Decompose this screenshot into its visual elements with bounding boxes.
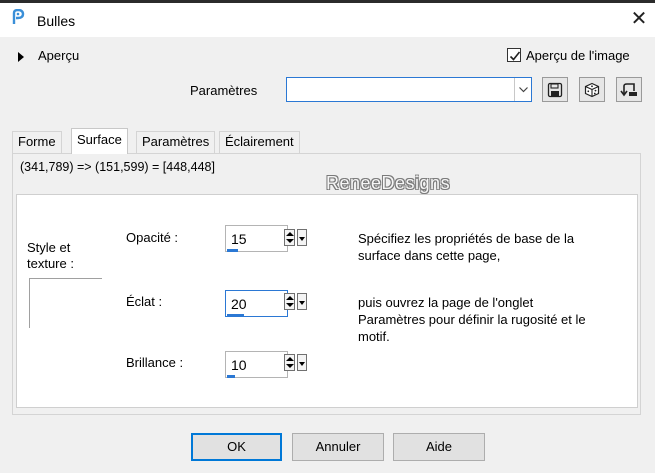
dice-icon [584, 82, 600, 97]
help-button[interactable]: Aide [393, 433, 485, 461]
title-bar [0, 3, 655, 37]
tab-forme[interactable]: Forme [12, 131, 62, 153]
help-text-line: Spécifiez les propriétés de base de la [358, 231, 575, 246]
presets-label: Paramètres [190, 83, 258, 98]
shine-level-bar [227, 314, 244, 317]
spin-up-icon[interactable] [286, 357, 294, 361]
cancel-button[interactable]: Annuler [292, 433, 384, 461]
randomize-button[interactable] [579, 77, 605, 102]
spin-down-icon[interactable] [286, 303, 294, 307]
style-texture-label: Style et texture : [27, 240, 97, 272]
spin-down-icon[interactable] [286, 239, 294, 243]
shine-label: Éclat : [126, 294, 163, 309]
shine-slider-dropdown[interactable] [297, 293, 307, 310]
shine-spin-buttons[interactable] [284, 293, 295, 310]
ok-button[interactable]: OK [191, 433, 282, 461]
watermark-text: ReneeDesigns [326, 173, 451, 193]
brilliance-slider-dropdown[interactable] [297, 354, 307, 371]
brilliance-input[interactable]: 10 [225, 351, 288, 378]
window-title: Bulles [37, 13, 76, 29]
style-texture-label-line1: Style et [27, 240, 71, 255]
style-texture-label-line2: texture : [27, 256, 74, 271]
reset-arrow-icon [620, 82, 637, 96]
help-text-followup: puis ouvrez la page de l'onglet Paramètr… [358, 294, 628, 345]
reset-defaults-button[interactable] [616, 77, 642, 102]
floppy-disk-icon [547, 82, 563, 97]
coordinates-readout: (341,789) => (151,599) = [448,448] [20, 160, 215, 174]
chevron-down-icon[interactable] [514, 78, 531, 101]
image-preview-label[interactable]: Aperçu de l'image [526, 48, 630, 63]
spin-up-icon[interactable] [286, 232, 294, 236]
tab-surface[interactable]: Surface [71, 128, 128, 154]
checkmark-icon [509, 51, 521, 61]
close-icon[interactable]: ✕ [628, 8, 650, 30]
shine-input[interactable]: 20 [225, 290, 288, 317]
brilliance-label: Brillance : [126, 355, 184, 370]
spin-up-icon[interactable] [286, 296, 294, 300]
opacity-input[interactable]: 15 [225, 225, 288, 252]
style-texture-swatch[interactable] [29, 278, 102, 328]
spin-down-icon[interactable] [286, 364, 294, 368]
save-preset-button[interactable] [542, 77, 568, 102]
app-logo-icon [11, 8, 25, 25]
help-text-line: puis ouvrez la page de l'onglet [358, 295, 534, 310]
tab-parametres[interactable]: Paramètres [136, 131, 216, 153]
help-text-intro: Spécifiez les propriétés de base de la s… [358, 230, 628, 264]
help-text-line: Paramètres pour définir la rugosité et l… [358, 312, 586, 327]
opacity-spin-buttons[interactable] [284, 229, 295, 246]
expand-triangle-icon[interactable] [18, 52, 24, 62]
image-preview-checkbox[interactable] [507, 48, 521, 62]
help-text-line: surface dans cette page, [358, 248, 501, 263]
brilliance-spin-buttons[interactable] [284, 354, 295, 371]
opacity-slider-dropdown[interactable] [297, 229, 307, 246]
opacity-level-bar [227, 249, 238, 252]
presets-dropdown[interactable] [286, 77, 532, 102]
tab-eclairement[interactable]: Éclairement [219, 131, 300, 153]
brilliance-level-bar [227, 375, 235, 378]
help-text-line: motif. [358, 329, 390, 344]
preview-toggle-label[interactable]: Aperçu [38, 48, 79, 63]
opacity-label: Opacité : [126, 230, 179, 245]
